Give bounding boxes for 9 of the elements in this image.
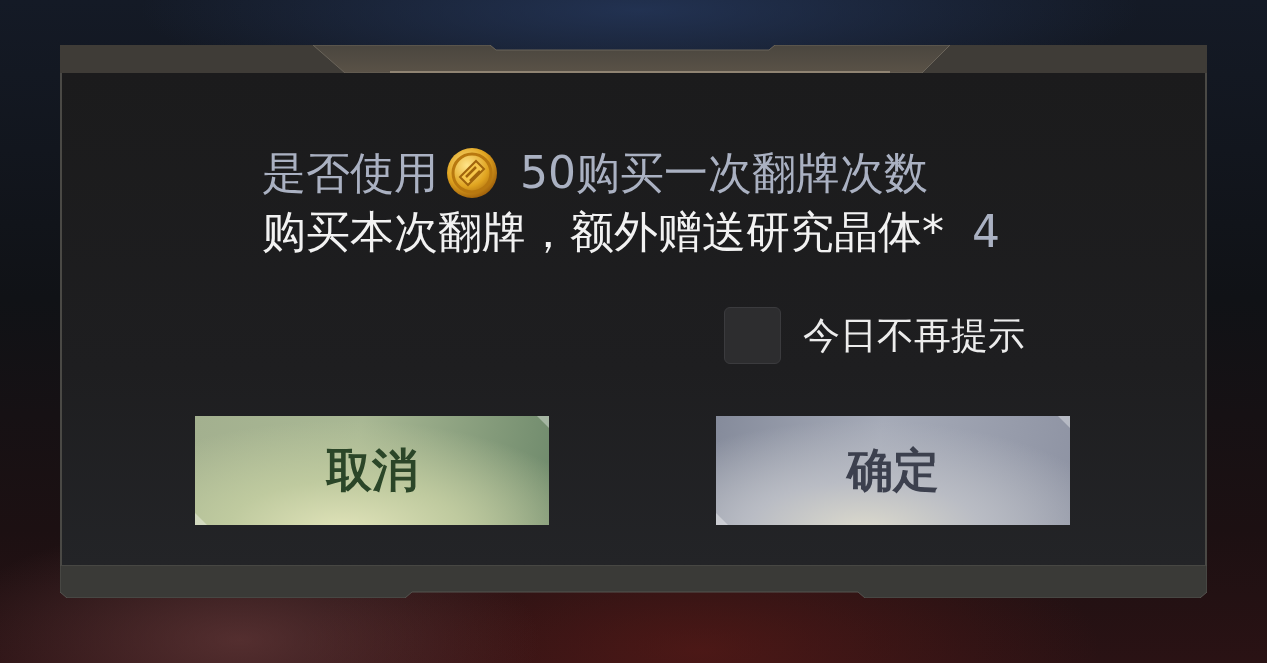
- bonus-count: 4: [972, 205, 1000, 259]
- confirm-button[interactable]: 确定: [716, 416, 1070, 525]
- coin-icon: [446, 146, 498, 199]
- checkbox[interactable]: [724, 307, 781, 364]
- cancel-button[interactable]: 取消: [195, 416, 549, 525]
- prompt-text: 是否使用: [262, 146, 438, 200]
- checkbox-label: 今日不再提示: [803, 312, 1025, 359]
- bonus-text: 购买本次翻牌，额外赠送研究晶体*: [262, 205, 944, 259]
- price-text: 50购买一次翻牌次数: [520, 146, 928, 200]
